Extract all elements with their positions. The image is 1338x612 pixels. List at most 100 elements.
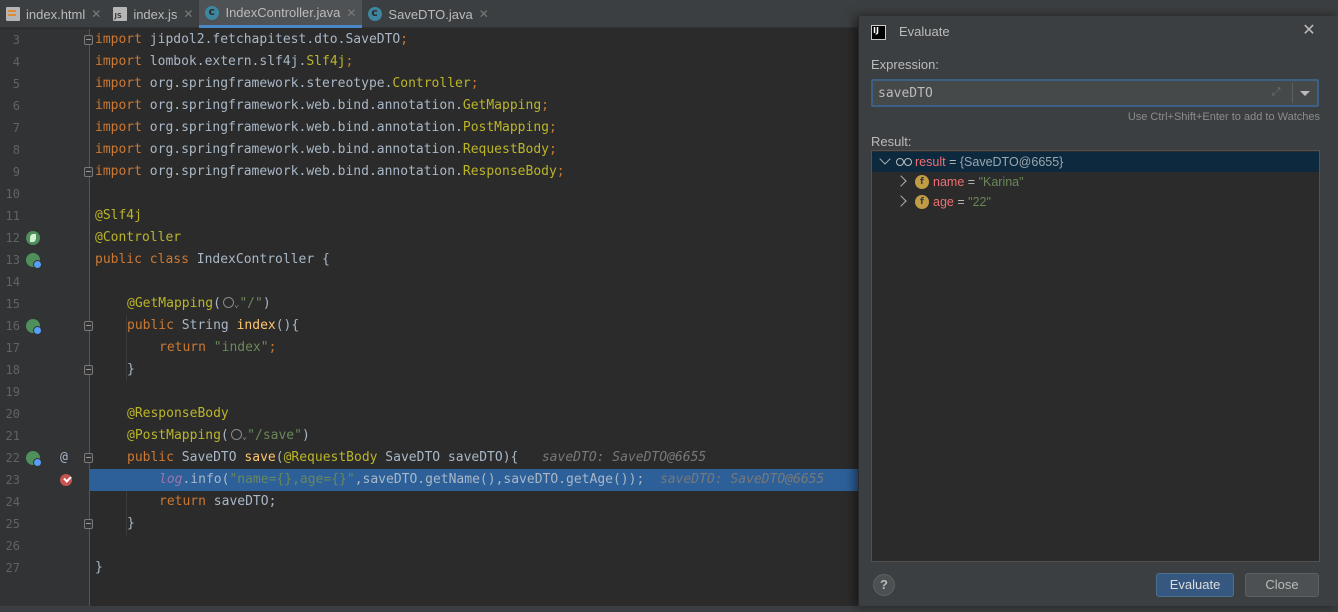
keyword: import: [95, 98, 142, 113]
breakpoint-icon[interactable]: [60, 474, 72, 486]
expression-input[interactable]: [878, 83, 1258, 103]
method-name: index: [236, 318, 276, 333]
annotation: @GetMapping: [127, 296, 214, 311]
expand-toggle-icon[interactable]: [895, 175, 907, 187]
history-dropdown-icon[interactable]: [1297, 85, 1313, 101]
tab-label: index.html: [26, 6, 86, 22]
fold-icon[interactable]: [84, 519, 93, 529]
method-args: ,saveDTO.getName(),saveDTO.getAge());: [354, 472, 645, 487]
string-literal: "/save": [247, 428, 302, 443]
package-name: org.springframework.stereotype.: [141, 76, 393, 91]
equals-sign: =: [967, 175, 976, 189]
line-number: 12: [5, 231, 20, 245]
tab-index-controller[interactable]: IndexController.java ✕: [199, 0, 363, 28]
js-file-icon: [113, 7, 128, 21]
method-rest: (){: [275, 318, 300, 333]
expand-icon[interactable]: ⤢: [1270, 86, 1282, 98]
line-number: 25: [5, 517, 20, 531]
divider: [1292, 83, 1293, 103]
paren: (: [220, 428, 229, 443]
class-name: PostMapping: [462, 120, 549, 135]
dialog-title: Evaluate: [899, 24, 950, 39]
request-mapping-icon[interactable]: @: [60, 447, 68, 469]
semicolon: ;: [548, 142, 557, 157]
field-icon: f: [915, 175, 929, 189]
line-number: 15: [5, 297, 20, 311]
globe-icon[interactable]: [230, 429, 242, 440]
spring-web-icon[interactable]: [26, 319, 42, 335]
spring-web-icon[interactable]: [26, 253, 42, 269]
globe-icon[interactable]: [222, 297, 234, 308]
spring-bean-icon[interactable]: [26, 231, 40, 245]
semicolon: ;: [345, 54, 354, 69]
expand-toggle-icon[interactable]: [895, 195, 907, 207]
html-file-icon: [6, 7, 20, 21]
package-name: org.springframework.web.bind.annotation.: [141, 98, 463, 113]
result-child-row[interactable]: f age = "22": [872, 192, 1319, 212]
result-root-row[interactable]: result = {SaveDTO@6655}: [872, 152, 1319, 172]
help-button[interactable]: ?: [873, 574, 895, 596]
fold-icon[interactable]: [84, 167, 93, 177]
dialog-close-icon[interactable]: ✕: [1299, 21, 1319, 41]
method-name: save: [244, 450, 276, 465]
fold-icon[interactable]: [84, 35, 93, 45]
field-value: "Karina": [978, 175, 1024, 189]
close-button[interactable]: Close: [1245, 573, 1319, 597]
line-number: 13: [5, 253, 20, 267]
semicolon: ;: [400, 32, 409, 47]
line-number: 7: [12, 121, 20, 135]
annotation: @RequestBody: [283, 450, 378, 465]
tab-close-icon[interactable]: ✕: [479, 7, 489, 21]
keyword: import: [95, 54, 142, 69]
type-name: String: [173, 318, 237, 333]
line-number: 9: [12, 165, 20, 179]
watch-glasses-icon: [896, 158, 912, 166]
line-number: 14: [5, 275, 20, 289]
tab-close-icon[interactable]: ✕: [183, 7, 193, 21]
line-number: 8: [12, 143, 20, 157]
string-literal: "/": [239, 296, 263, 311]
paren: (: [275, 450, 284, 465]
tab-close-icon[interactable]: ✕: [346, 6, 356, 20]
class-name: GetMapping: [462, 98, 542, 113]
result-tree[interactable]: result = {SaveDTO@6655} f name = "Karina…: [871, 150, 1320, 562]
fold-icon[interactable]: [84, 365, 93, 375]
line-number: 4: [12, 55, 20, 69]
keyword: public: [127, 318, 174, 333]
variable-value: {SaveDTO@6655}: [959, 155, 1064, 169]
spring-web-icon[interactable]: [26, 451, 42, 467]
tab-label: IndexController.java: [225, 5, 341, 20]
tab-label: SaveDTO.java: [388, 6, 473, 22]
tab-index-js[interactable]: index.js ✕: [107, 0, 199, 28]
field-name: age: [933, 195, 954, 209]
string-literal: "index": [205, 340, 269, 355]
package-name: org.springframework.web.bind.annotation.: [141, 164, 463, 179]
line-number: 5: [12, 77, 20, 91]
java-class-icon: [368, 6, 383, 21]
evaluate-button[interactable]: Evaluate: [1156, 573, 1234, 597]
tab-savedto[interactable]: SaveDTO.java ✕: [362, 0, 494, 28]
watches-hint: Use Ctrl+Shift+Enter to add to Watches: [1127, 111, 1320, 123]
class-name: SaveDTO: [345, 32, 401, 47]
collapse-toggle-icon[interactable]: [879, 153, 891, 165]
tab-index-html[interactable]: index.html ✕: [0, 0, 107, 28]
fold-icon[interactable]: [84, 321, 93, 331]
equals-sign: =: [957, 195, 965, 209]
line-number: 27: [5, 561, 20, 575]
class-name: Slf4j: [306, 54, 346, 69]
paren: ): [262, 296, 271, 311]
line-number: 21: [5, 429, 20, 443]
string-literal: "name={},age={}": [229, 472, 355, 487]
field-value: "22": [968, 195, 991, 209]
expression-field[interactable]: ⤢: [871, 79, 1319, 107]
tab-close-icon[interactable]: ✕: [91, 7, 101, 21]
inline-debug-value: saveDTO: SaveDTO@6655: [541, 450, 707, 465]
semicolon: ;: [541, 98, 549, 113]
line-number: 23: [5, 473, 20, 487]
fold-icon[interactable]: [84, 453, 93, 463]
brace: }: [95, 560, 103, 575]
result-child-row[interactable]: f name = "Karina": [872, 172, 1319, 192]
semicolon: ;: [268, 340, 277, 355]
line-number: 3: [12, 33, 20, 47]
equals-sign: =: [949, 155, 957, 169]
